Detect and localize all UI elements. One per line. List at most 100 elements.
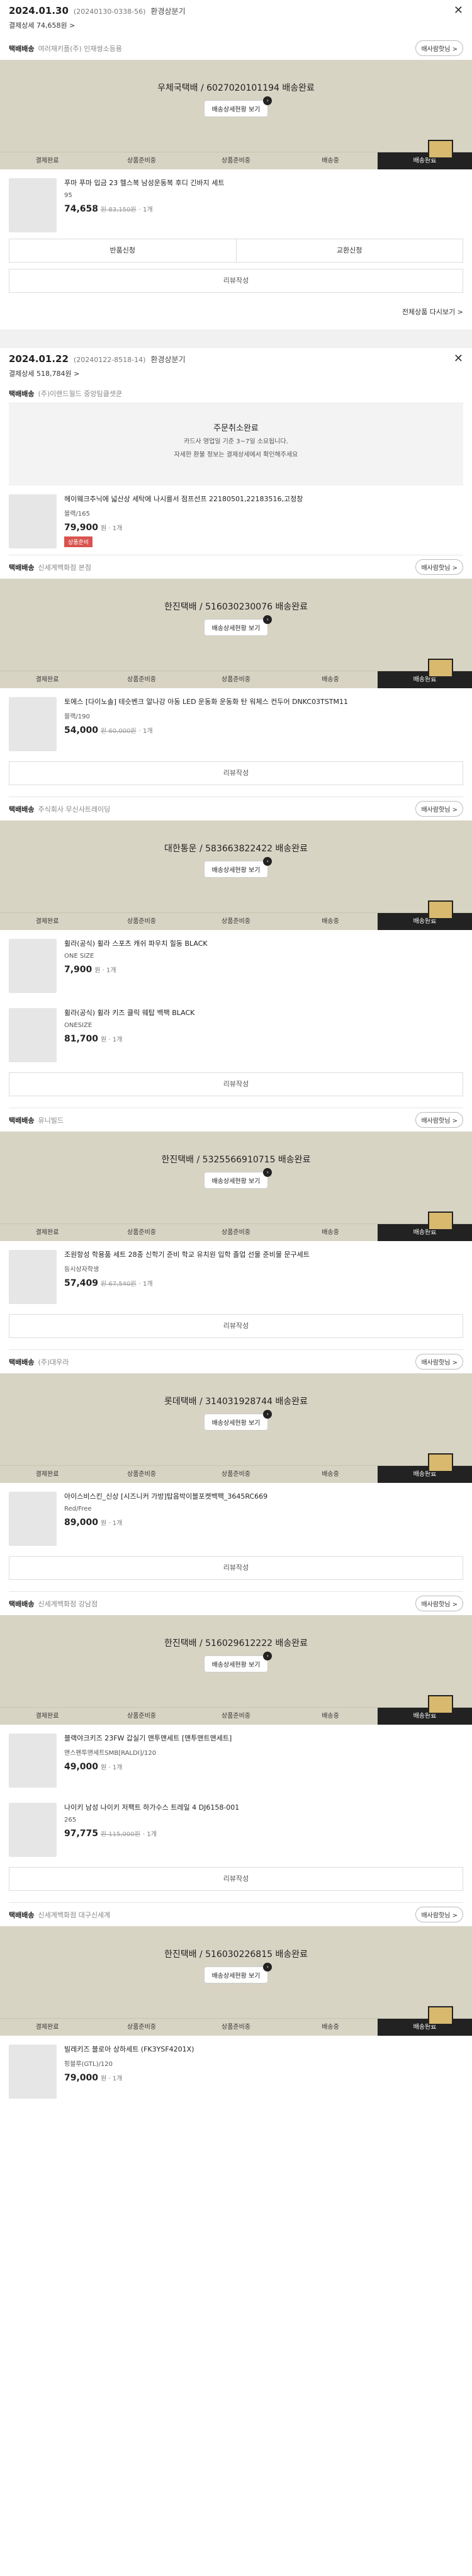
package-box-icon (428, 2006, 453, 2025)
product-thumbnail[interactable] (9, 1250, 57, 1304)
product-info: 빌레키즈 블로아 상하세트 (FK3YSF4201X) 핑블루(GTL)/120 7… (64, 2045, 463, 2099)
review-button[interactable]: 리뷰작성 (9, 761, 463, 785)
product-thumbnail[interactable] (9, 1008, 57, 1062)
close-icon[interactable]: ✕ (454, 352, 463, 365)
seller-name: (주)대우라 (38, 1358, 69, 1366)
product-name[interactable]: 나이키 남성 나이키 저팩트 하가수스 트레일 4 DJ6158-001 (64, 1803, 463, 1813)
product-item[interactable]: 블랙야크키즈 23FW 갑실기 맨투맨세트 [맨투맨트맨세트] 맨스펜투맨세트SM… (0, 1725, 472, 1794)
product-quantity: · 1개 (138, 1281, 153, 1288)
seller-inquiry-button[interactable]: 배사람핫님 > (415, 559, 463, 575)
delivery-step: 배송완료 (378, 1211, 472, 1241)
review-button[interactable]: 리뷰작성 (9, 1867, 463, 1891)
review-button[interactable]: 리뷰작성 (9, 269, 463, 293)
product-name[interactable]: 헤이웨크추닉에 넓산상 세탁에 나시를서 점프선프 22180501,22183… (64, 494, 463, 504)
product-item[interactable]: 헤이웨크추닉에 넓산상 세탁에 나시를서 점프선프 22180501,22183… (0, 485, 472, 555)
delivery-status-title: 한진택배 / 516030230076 배송완료 (164, 602, 308, 612)
track-detail-button[interactable]: 배송상세현황 보기 › (203, 96, 273, 117)
product-item[interactable]: 아이스비스킨_신상 [시즈니커 가방]탑음박이블포켓백팩_3645RC669 Re… (0, 1483, 472, 1552)
seller-inquiry-button[interactable]: 배사람핫님 > (415, 1596, 463, 1611)
product-original-price: 원 67,540원 (101, 1281, 137, 1288)
product-thumbnail[interactable] (9, 1803, 57, 1857)
review-button[interactable]: 리뷰작성 (9, 1556, 463, 1580)
delivery-step: 결제완료 (35, 676, 59, 683)
product-item[interactable]: 나이키 남성 나이키 저팩트 하가수스 트레일 4 DJ6158-001 265 9… (0, 1794, 472, 1863)
seller-inquiry-button[interactable]: 배사람핫님 > (415, 1907, 463, 1922)
product-name[interactable]: 토에스 [다이노솔] 테슷벤크 알나강 아동 LED 운동화 운동화 탄 워체스… (64, 697, 463, 707)
product-name[interactable]: 아이스비스킨_신상 [시즈니커 가방]탑음박이블포켓백팩_3645RC669 (64, 1492, 463, 1502)
product-price: 54,000 원 60,000원 · 1개 (64, 725, 153, 735)
track-detail-button[interactable]: 배송상세현황 보기 › (203, 1410, 273, 1431)
product-price: 74,658 원 83,150원 · 1개 (64, 204, 153, 214)
view-all-link[interactable]: 전체상품 다시보기 > (0, 304, 472, 329)
package-box-icon (428, 1695, 453, 1714)
review-button[interactable]: 리뷰작성 (9, 1314, 463, 1338)
product-price: 89,000 원 · 1개 (64, 1518, 123, 1528)
product-item[interactable]: 조원항성 학용품 세트 28종 신학기 준비 학교 유치원 입학 졸업 선물 준… (0, 1241, 472, 1310)
product-quantity: · 1개 (138, 207, 153, 213)
product-thumbnail[interactable] (9, 939, 57, 993)
delivery-status-box: 한진택배 / 5325566910715 배송완료배송상세현황 보기 › (0, 1132, 472, 1223)
delivery-seller: 택배배송 주식회사 무신사트레이딩 (9, 804, 110, 814)
product-name[interactable]: 푸마 푸마 입금 23 헬스복 남성운동복 후디 긴바지 세트 (64, 178, 463, 188)
seller-inquiry-button[interactable]: 배사람핫님 > (415, 40, 463, 56)
order-action-link[interactable]: 환경상분기 (150, 354, 185, 365)
delivery-step: 배송중 (322, 918, 339, 925)
order-header: 2024.01.22 (20240122-8518-14) 환경상분기 ✕ 결제상세 5… (0, 348, 472, 385)
track-detail-button[interactable]: 배송상세현황 보기 › (203, 1652, 273, 1672)
product-name[interactable]: 조원항성 학용품 세트 28종 신학기 준비 학교 유치원 입학 졸업 선물 준… (64, 1250, 463, 1260)
seller-inquiry-button[interactable]: 배사람핫님 > (415, 1112, 463, 1128)
delivery-status-title: 한진택배 / 5325566910715 배송완료 (161, 1155, 311, 1165)
delivery-step: 상품준비중 (222, 157, 250, 164)
product-thumbnail[interactable] (9, 1733, 57, 1788)
delivery-status-box: 우체국택배 / 6027020101194 배송완료 배송상세현황 보기 › (0, 60, 472, 152)
review-button[interactable]: 리뷰작성 (9, 1072, 463, 1096)
action-button[interactable]: 반품신청 (9, 239, 236, 262)
action-buttons: 반품신청 교환신청 (9, 239, 463, 263)
product-item[interactable]: 토에스 [다이노솔] 테슷벤크 알나강 아동 LED 운동화 운동화 탄 워체스… (0, 688, 472, 757)
product-thumbnail[interactable] (9, 2045, 57, 2099)
product-name[interactable]: 휠라(공식) 휠라 스포츠 캐쉬 파우치 힐동 BLACK (64, 939, 463, 949)
close-icon[interactable]: ✕ (454, 4, 463, 17)
seller-inquiry-button[interactable]: 배사람핫님 > (415, 801, 463, 817)
seller-name: (주)이랜드월드 중앙팀클셋쿤 (38, 390, 123, 398)
product-item[interactable]: 휠라(공식) 휠라 키즈 클릭 웨탑 백팩 BLACK ONESIZE 81,700… (0, 999, 472, 1069)
product-item[interactable]: 빌레키즈 블로아 상하세트 (FK3YSF4201X) 핑블루(GTL)/120 7… (0, 2036, 472, 2105)
product-item[interactable]: 푸마 푸마 입금 23 헬스복 남성운동복 후디 긴바지 세트 95 74,658 원… (0, 169, 472, 239)
track-detail-button[interactable]: 배송상세현황 보기 › (203, 857, 273, 878)
delivery-steps: 결제완료 상품준비중 상품준비중 배송중 배송완료 (0, 140, 472, 169)
delivery-line: 택배배송 신세계백화점 강남점 배사람핫님 > (0, 1592, 472, 1615)
delivery-step: 배송중 (322, 157, 339, 164)
product-quantity: 원 · 1개 (94, 967, 116, 974)
seller-inquiry-button[interactable]: 배사람핫님 > (415, 1354, 463, 1370)
product-price: 81,700 원 · 1개 (64, 1034, 123, 1044)
payment-summary-link[interactable]: 결제상세 518,784원 > (9, 368, 463, 378)
product-thumbnail[interactable] (9, 697, 57, 751)
delivery-steps: 결제완료 상품준비중 상품준비중 배송중 배송완료 (0, 1211, 472, 1241)
product-thumbnail[interactable] (9, 178, 57, 232)
delivery-step: 결제완료 (35, 1471, 59, 1478)
chevron-right-icon: › (263, 1410, 273, 1419)
delivery-step: 배송완료 (378, 140, 472, 169)
chevron-right-icon: › (263, 96, 273, 105)
delivery-step: 상품준비중 (222, 2024, 250, 2031)
product-item[interactable]: 휠라(공식) 휠라 스포츠 캐쉬 파우치 힐동 BLACK ONE SIZE 7,9… (0, 930, 472, 999)
track-detail-button[interactable]: 배송상세현황 보기 › (203, 1168, 273, 1189)
product-thumbnail[interactable] (9, 1492, 57, 1546)
seller-name: 신세계백화점 본점 (38, 563, 91, 572)
product-name[interactable]: 블랙야크키즈 23FW 갑실기 맨투맨세트 [맨투맨트맨세트] (64, 1733, 463, 1744)
package-box-icon (428, 140, 453, 159)
track-detail-button[interactable]: 배송상세현황 보기 › (203, 615, 273, 636)
product-thumbnail[interactable] (9, 494, 57, 548)
action-button[interactable]: 교환신청 (235, 239, 463, 262)
order-action-link[interactable]: 환경상분기 (150, 6, 185, 16)
payment-summary-link[interactable]: 결제상세 74,658원 > (9, 20, 463, 30)
delivery-status-title: 한진택배 / 516029612222 배송완료 (164, 1638, 308, 1648)
track-detail-button[interactable]: 배송상세현황 보기 › (203, 1963, 273, 1983)
product-price: 97,775 원 115,000원 · 1개 (64, 1829, 157, 1839)
delivery-line: 택배배송 신세계백화점 대구신세계 배사람핫님 > (0, 1903, 472, 1926)
product-info: 조원항성 학용품 세트 28종 신학기 준비 학교 유치원 입학 졸업 선물 준… (64, 1250, 463, 1304)
product-name[interactable]: 빌레키즈 블로아 상하세트 (FK3YSF4201X) (64, 2045, 463, 2055)
delivery-step: 결제완료 (35, 918, 59, 925)
delivery-steps: 결제완료 상품준비중 상품준비중 배송중 배송완료 (0, 2006, 472, 2036)
product-name[interactable]: 휠라(공식) 휠라 키즈 클릭 웨탑 백팩 BLACK (64, 1008, 463, 1018)
